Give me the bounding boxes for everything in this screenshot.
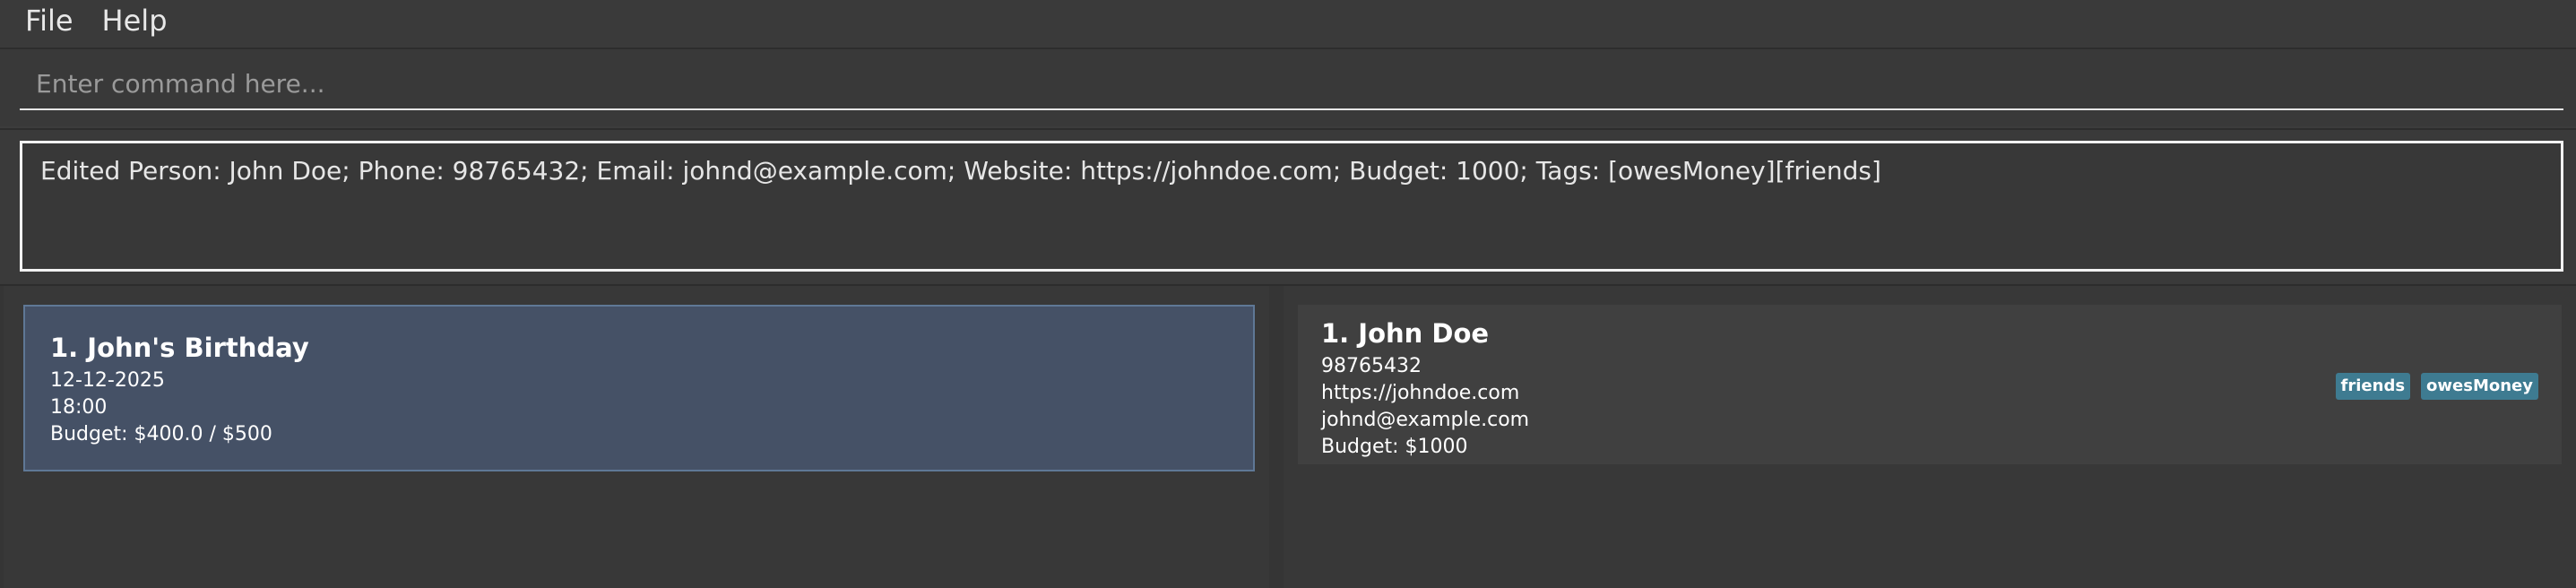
event-time: 18:00 [50, 396, 108, 419]
command-input[interactable]: Enter command here... [20, 58, 2563, 110]
result-display: Edited Person: John Doe; Phone: 98765432… [20, 141, 2563, 272]
panel-divider[interactable] [1269, 286, 1284, 588]
event-card[interactable]: 1. John's Birthday 12-12-2025 18:00 Budg… [23, 305, 1255, 471]
person-card[interactable]: 1. John Doe 98765432 https://johndoe.com… [1298, 305, 2562, 464]
main-panels: 1. John's Birthday 12-12-2025 18:00 Budg… [0, 286, 2576, 588]
event-budget: Budget: $400.0 / $500 [50, 423, 272, 445]
menu-file[interactable]: File [0, 1, 88, 40]
person-name: 1. John Doe [1321, 318, 1490, 349]
result-display-area: Edited Person: John Doe; Phone: 98765432… [0, 128, 2576, 286]
event-title: 1. John's Birthday [50, 333, 309, 363]
person-tags: friends owesMoney [2335, 373, 2538, 400]
menu-help[interactable]: Help [88, 1, 182, 40]
person-budget: Budget: $1000 [1321, 436, 1468, 458]
menu-bar: File Help [0, 0, 2576, 49]
tag-friends: friends [2335, 373, 2411, 400]
tag-owesmoney: owesMoney [2421, 373, 2538, 400]
event-list-panel[interactable]: 1. John's Birthday 12-12-2025 18:00 Budg… [4, 286, 1271, 588]
command-box: Enter command here... [0, 49, 2576, 126]
person-list-panel[interactable]: 1. John Doe 98765432 https://johndoe.com… [1284, 286, 2576, 588]
person-email: johnd@example.com [1321, 409, 1530, 431]
event-date: 12-12-2025 [50, 369, 165, 392]
